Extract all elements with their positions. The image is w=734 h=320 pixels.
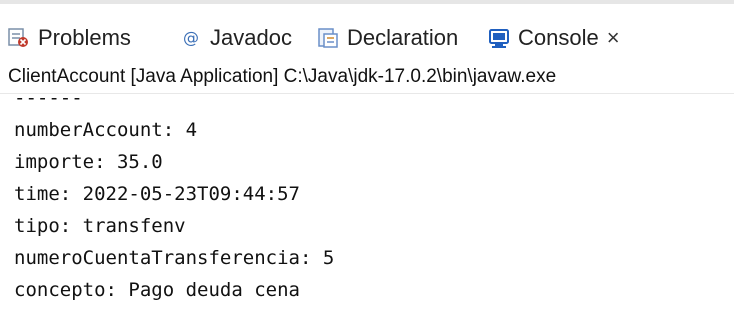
tab-javadoc[interactable]: @ Javadoc [180, 20, 292, 56]
view-tab-bar: Problems @ Javadoc Declaration Console × [0, 0, 734, 60]
tab-javadoc-label: Javadoc [210, 25, 292, 50]
console-line: tipo: transfenv [14, 215, 186, 237]
console-icon [488, 27, 510, 49]
console-output[interactable]: ------ numberAccount: 4 importe: 35.0 ti… [0, 94, 734, 320]
tab-problems[interactable]: Problems [8, 20, 131, 56]
console-line: numeroCuentaTransferencia: 5 [14, 247, 335, 269]
console-line: ------ [14, 94, 83, 109]
problems-icon [8, 27, 30, 49]
tab-declaration-label: Declaration [347, 25, 459, 50]
console-view: Problems @ Javadoc Declaration Console ×… [0, 0, 734, 320]
launch-description: ClientAccount [Java Application] C:\Java… [0, 60, 734, 94]
console-line: numberAccount: 4 [14, 119, 198, 141]
console-line: time: 2022-05-23T09:44:57 [14, 183, 300, 205]
svg-text:@: @ [183, 28, 199, 47]
console-line: concepto: Pago deuda cena [14, 279, 300, 301]
javadoc-icon: @ [180, 27, 202, 49]
console-line: importe: 35.0 [14, 151, 163, 173]
tab-console[interactable]: Console × [488, 20, 620, 56]
tab-declaration[interactable]: Declaration [317, 20, 458, 56]
tab-console-label: Console [518, 25, 599, 50]
declaration-icon [317, 27, 339, 49]
tab-problems-label: Problems [38, 25, 131, 50]
close-icon[interactable]: × [607, 25, 620, 51]
